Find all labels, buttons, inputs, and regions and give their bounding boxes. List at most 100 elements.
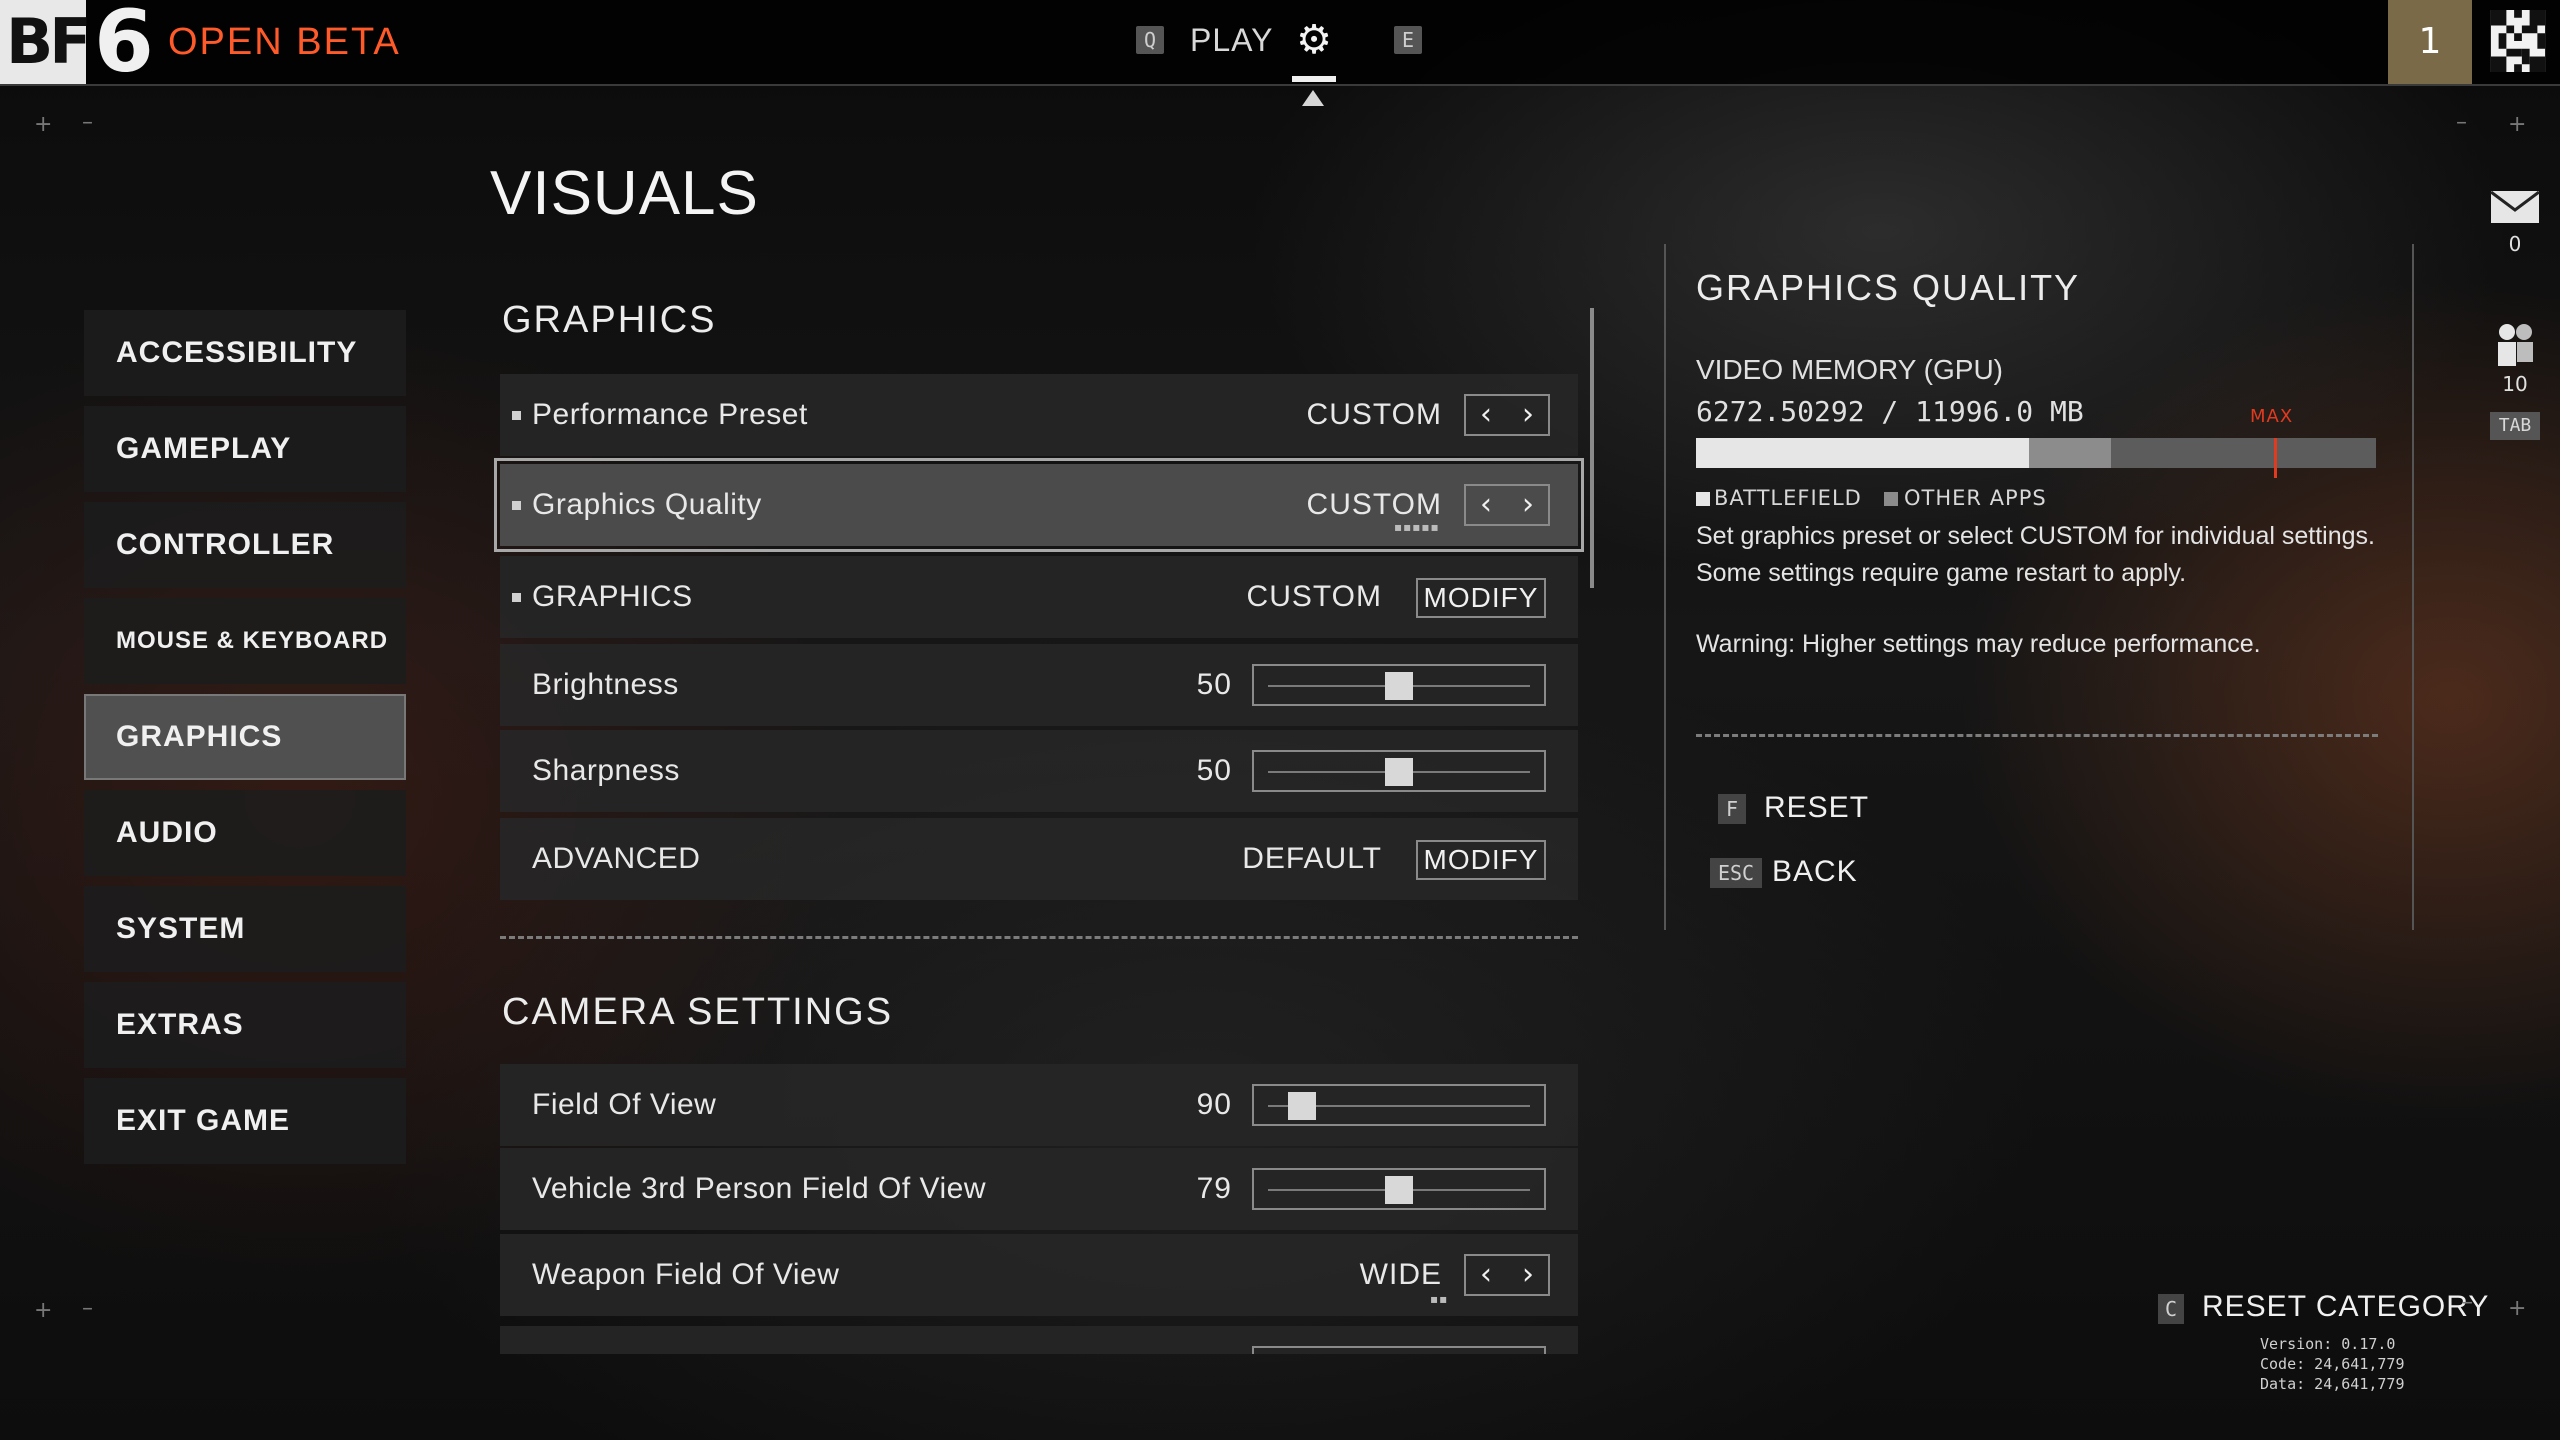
slider[interactable] xyxy=(1252,750,1546,792)
slider[interactable] xyxy=(1252,1084,1546,1126)
info-panel-title: GRAPHICS QUALITY xyxy=(1696,267,2081,308)
stepper[interactable]: ‹ › xyxy=(1464,484,1550,526)
setting-value: 90 xyxy=(1196,1088,1232,1121)
slider xyxy=(1252,1346,1546,1354)
corner-plus-icon: + xyxy=(34,1298,53,1323)
setting-value: 50 xyxy=(1196,668,1232,701)
vram-value: 6272.50292 / 11996.0 MB xyxy=(1696,395,2084,428)
chevron-right-icon[interactable]: › xyxy=(1508,486,1548,524)
key-q-hint: Q xyxy=(1136,26,1164,54)
nav-system[interactable]: SYSTEM xyxy=(84,886,406,972)
reset-category-button[interactable]: RESET CATEGORY xyxy=(2202,1289,2489,1325)
legend-other-swatch xyxy=(1884,492,1898,506)
logo-number: 6 xyxy=(94,0,154,92)
setting-row-brightness[interactable]: Brightness 50 xyxy=(500,644,1578,726)
setting-label: ADVANCED xyxy=(532,842,701,875)
corner-minus-icon: – xyxy=(2456,110,2467,135)
nav-exit-game[interactable]: EXIT GAME xyxy=(84,1078,406,1164)
mail-icon[interactable] xyxy=(2490,190,2540,224)
nav-graphics[interactable]: GRAPHICS xyxy=(84,694,406,780)
open-beta-label: OPEN BETA xyxy=(168,21,401,63)
nav-mouse-keyboard[interactable]: MOUSE & KEYBOARD xyxy=(84,598,406,684)
corner-minus-icon: – xyxy=(82,110,93,135)
stepper[interactable]: ‹ › xyxy=(1464,1254,1550,1296)
section-header-graphics: GRAPHICS xyxy=(502,299,717,341)
chevron-left-icon[interactable]: ‹ xyxy=(1466,486,1506,524)
slider-thumb[interactable] xyxy=(1385,672,1413,700)
option-dots: ▪▪ xyxy=(1430,1292,1449,1306)
setting-value: 50 xyxy=(1196,754,1232,787)
setting-row-performance-preset[interactable]: Performance Preset CUSTOM ‹ › xyxy=(500,374,1578,456)
setting-row-vehicle-fov[interactable]: Vehicle 3rd Person Field Of View 79 xyxy=(500,1148,1578,1230)
info-divider xyxy=(1696,734,2378,737)
player-emblem-icon[interactable] xyxy=(2490,10,2546,72)
setting-row-graphics-quality[interactable]: Graphics Quality CUSTOM ▪▪▪▪▪ ‹ › xyxy=(494,458,1584,552)
chevron-right-icon[interactable]: › xyxy=(1508,396,1548,434)
setting-label: Sharpness xyxy=(532,754,680,787)
nav-audio[interactable]: AUDIO xyxy=(84,790,406,876)
tab-key-hint: TAB xyxy=(2490,412,2540,440)
modify-button[interactable]: MODIFY xyxy=(1416,840,1546,880)
back-button[interactable]: BACK xyxy=(1772,854,1858,890)
corner-plus-icon: + xyxy=(2508,1296,2527,1321)
squad-badge[interactable]: 1 xyxy=(2388,0,2472,84)
info-description: Set graphics preset or select CUSTOM for… xyxy=(1696,522,2375,587)
slider-thumb[interactable] xyxy=(1288,1092,1317,1120)
corner-plus-icon: + xyxy=(34,112,53,137)
slider-thumb[interactable] xyxy=(1385,758,1413,786)
play-tab[interactable]: PLAY xyxy=(1190,20,1273,60)
setting-label: Weapon Field Of View xyxy=(532,1258,840,1291)
key-esc-hint: ESC xyxy=(1710,858,1762,888)
legend-battlefield-swatch xyxy=(1696,492,1710,506)
chevron-left-icon[interactable]: ‹ xyxy=(1466,396,1506,434)
version-info: Version: 0.17.0 Code: 24,641,779 Data: 2… xyxy=(2260,1334,2500,1394)
caret-up-icon xyxy=(1302,90,1324,106)
reset-button[interactable]: RESET xyxy=(1764,790,1869,826)
row-bullet xyxy=(512,501,521,510)
vram-max-label: MAX xyxy=(2250,406,2294,427)
slider-thumb[interactable] xyxy=(1385,1176,1413,1204)
setting-row-field-of-view[interactable]: Field Of View 90 xyxy=(500,1064,1578,1146)
data-text: Data: 24,641,779 xyxy=(2260,1375,2405,1393)
setting-row-graphics[interactable]: GRAPHICS CUSTOM MODIFY xyxy=(500,556,1578,638)
settings-tab-underline xyxy=(1292,76,1336,82)
chevron-right-icon[interactable]: › xyxy=(1508,1256,1548,1294)
setting-value: 79 xyxy=(1196,1172,1232,1205)
section-divider xyxy=(500,936,1578,939)
slider[interactable] xyxy=(1252,664,1546,706)
info-warning: Warning: Higher settings may reduce perf… xyxy=(1696,630,2261,658)
key-c-hint: C xyxy=(2158,1294,2184,1324)
logo: BF xyxy=(0,0,92,84)
nav-accessibility[interactable]: ACCESSIBILITY xyxy=(84,310,406,396)
row-bullet xyxy=(512,593,521,602)
stepper[interactable]: ‹ › xyxy=(1464,394,1550,436)
setting-row-weapon-fov[interactable]: Weapon Field Of View WIDE ▪▪ ‹ › xyxy=(500,1234,1578,1316)
vram-max-marker xyxy=(2274,438,2277,478)
setting-value: DEFAULT xyxy=(1242,842,1382,875)
key-e-hint: E xyxy=(1394,26,1422,54)
setting-row-sharpness[interactable]: Sharpness 50 xyxy=(500,730,1578,812)
key-f-hint: F xyxy=(1718,794,1746,824)
option-dots: ▪▪▪▪▪ xyxy=(1394,520,1440,534)
setting-label: Performance Preset xyxy=(532,398,808,431)
setting-label: Field Of View xyxy=(532,1088,717,1121)
setting-row-advanced[interactable]: ADVANCED DEFAULT MODIFY xyxy=(500,818,1578,900)
setting-label: Vehicle 3rd Person Field Of View xyxy=(532,1172,987,1205)
legend-battlefield: BATTLEFIELD xyxy=(1714,486,1862,510)
setting-value: CUSTOM xyxy=(1246,580,1382,613)
friends-icon[interactable] xyxy=(2490,320,2540,370)
code-text: Code: 24,641,779 xyxy=(2260,1355,2405,1373)
vram-label: VIDEO MEMORY (GPU) xyxy=(1696,354,2004,385)
setting-label: GRAPHICS xyxy=(532,580,693,613)
nav-gameplay[interactable]: GAMEPLAY xyxy=(84,406,406,492)
corner-minus-icon: – xyxy=(2462,1290,2473,1315)
chevron-left-icon[interactable]: ‹ xyxy=(1466,1256,1506,1294)
nav-extras[interactable]: EXTRAS xyxy=(84,982,406,1068)
mail-count: 0 xyxy=(2508,232,2522,256)
modify-button[interactable]: MODIFY xyxy=(1416,578,1546,618)
slider[interactable] xyxy=(1252,1168,1546,1210)
nav-controller[interactable]: CONTROLLER xyxy=(84,502,406,588)
vram-usage-bar xyxy=(1696,438,2376,478)
gear-icon[interactable]: ⚙ xyxy=(1292,18,1336,62)
scrollbar[interactable] xyxy=(1590,308,1594,588)
